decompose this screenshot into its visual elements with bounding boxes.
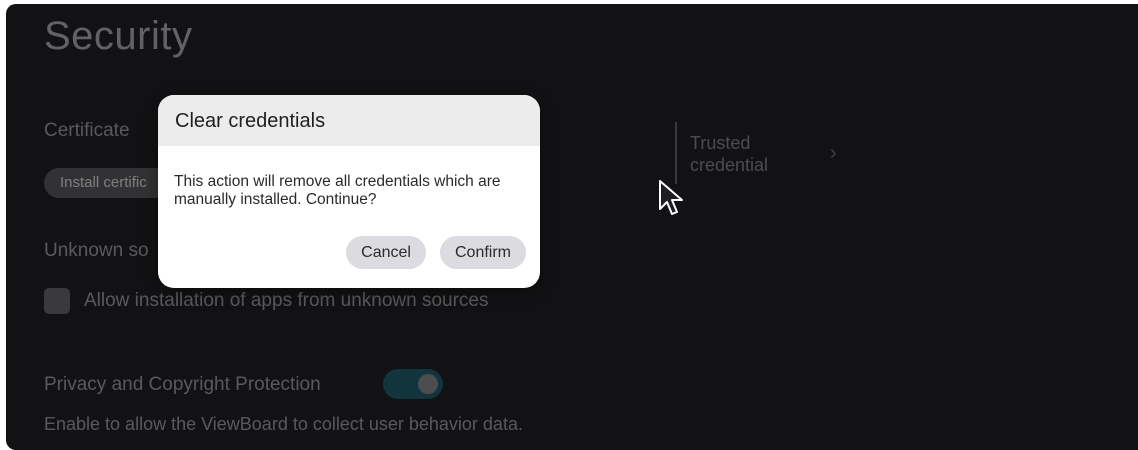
dialog-title: Clear credentials xyxy=(158,95,540,146)
dialog-actions: Cancel Confirm xyxy=(346,236,526,269)
clear-credentials-dialog: Clear credentials This action will remov… xyxy=(158,95,540,288)
mouse-pointer-icon xyxy=(658,179,686,222)
dialog-message: This action will remove all credentials … xyxy=(174,173,501,208)
confirm-button[interactable]: Confirm xyxy=(439,236,526,269)
cancel-button[interactable]: Cancel xyxy=(346,236,426,269)
